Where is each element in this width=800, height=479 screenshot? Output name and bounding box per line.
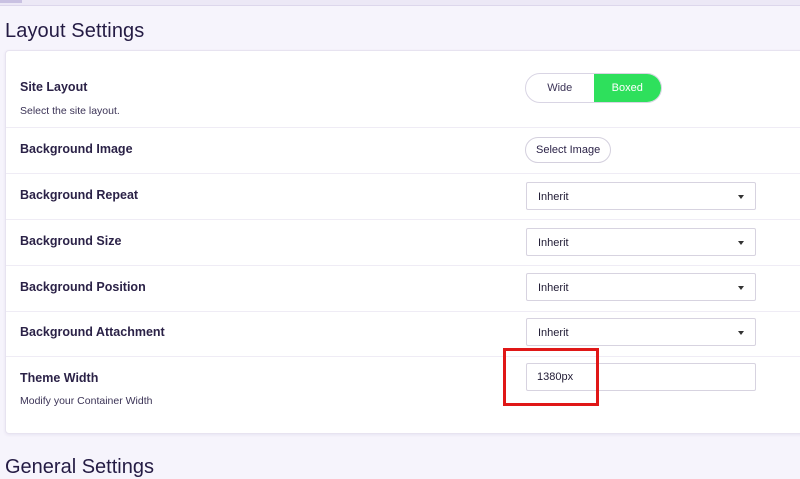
background-position-select[interactable]: Inherit [526, 273, 756, 301]
site-layout-row: Site Layout Select the site layout. Wide… [6, 51, 800, 128]
background-image-row: Background Image Select Image [6, 127, 800, 174]
layout-settings-panel: Site Layout Select the site layout. Wide… [5, 50, 800, 434]
background-repeat-value: Inherit [538, 191, 569, 203]
theme-width-label: Theme Width [20, 371, 99, 385]
background-attachment-value: Inherit [538, 327, 569, 339]
background-repeat-select[interactable]: Inherit [526, 182, 756, 210]
site-layout-label: Site Layout [20, 80, 88, 94]
page-title: Layout Settings [5, 20, 145, 42]
top-tab-accent [0, 0, 22, 3]
next-section-title: General Settings [5, 456, 154, 478]
background-position-label: Background Position [20, 280, 146, 294]
theme-width-row: Theme Width Modify your Container Width [6, 356, 800, 433]
caret-down-icon [738, 331, 744, 335]
theme-width-input[interactable] [526, 363, 756, 391]
caret-down-icon [738, 241, 744, 245]
site-layout-toggle: Wide Boxed [525, 73, 662, 103]
background-repeat-row: Background Repeat Inherit [6, 173, 800, 220]
background-image-label: Background Image [20, 142, 133, 156]
background-attachment-label: Background Attachment [20, 325, 165, 339]
background-size-select[interactable]: Inherit [526, 228, 756, 256]
background-attachment-row: Background Attachment Inherit [6, 311, 800, 357]
site-layout-description: Select the site layout. [20, 105, 120, 117]
caret-down-icon [738, 286, 744, 290]
background-position-value: Inherit [538, 282, 569, 294]
top-strip [0, 0, 800, 6]
layout-option-wide[interactable]: Wide [526, 74, 594, 102]
background-size-value: Inherit [538, 237, 569, 249]
background-attachment-select[interactable]: Inherit [526, 318, 756, 346]
background-size-label: Background Size [20, 234, 122, 248]
background-position-row: Background Position Inherit [6, 265, 800, 312]
background-size-row: Background Size Inherit [6, 219, 800, 266]
select-image-button[interactable]: Select Image [525, 137, 612, 163]
theme-width-description: Modify your Container Width [20, 395, 153, 407]
background-repeat-label: Background Repeat [20, 188, 139, 202]
layout-option-boxed[interactable]: Boxed [593, 74, 661, 102]
caret-down-icon [738, 195, 744, 199]
